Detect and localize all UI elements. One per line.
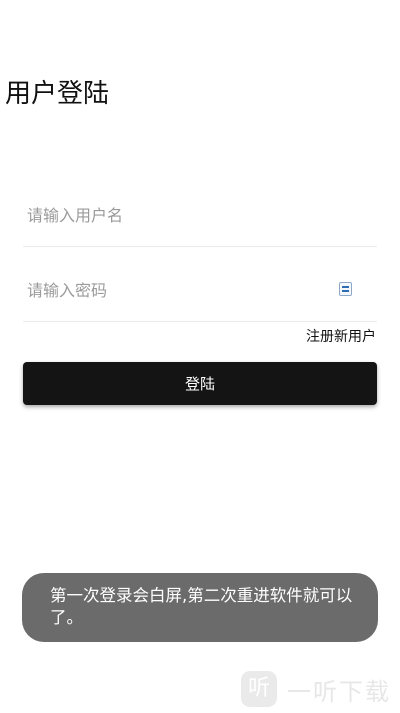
watermark-text: 一听下载 (287, 677, 391, 706)
page-title: 用户登陆 (5, 79, 110, 109)
watermark-logo-icon: 听 (241, 671, 277, 707)
login-button[interactable]: 登陆 (23, 362, 377, 405)
username-input[interactable] (27, 198, 327, 232)
watermark: 听 一听下载 (241, 669, 391, 709)
password-field (23, 259, 377, 322)
password-input[interactable] (27, 273, 327, 307)
toast-message: 第一次登录会白屏,第二次重进软件就可以了。 (22, 573, 378, 642)
toast-text: 第一次登录会白屏,第二次重进软件就可以了。 (50, 586, 353, 627)
register-link[interactable]: 注册新用户 (306, 327, 376, 347)
username-field (23, 184, 377, 247)
keyboard-icon[interactable] (339, 282, 352, 296)
